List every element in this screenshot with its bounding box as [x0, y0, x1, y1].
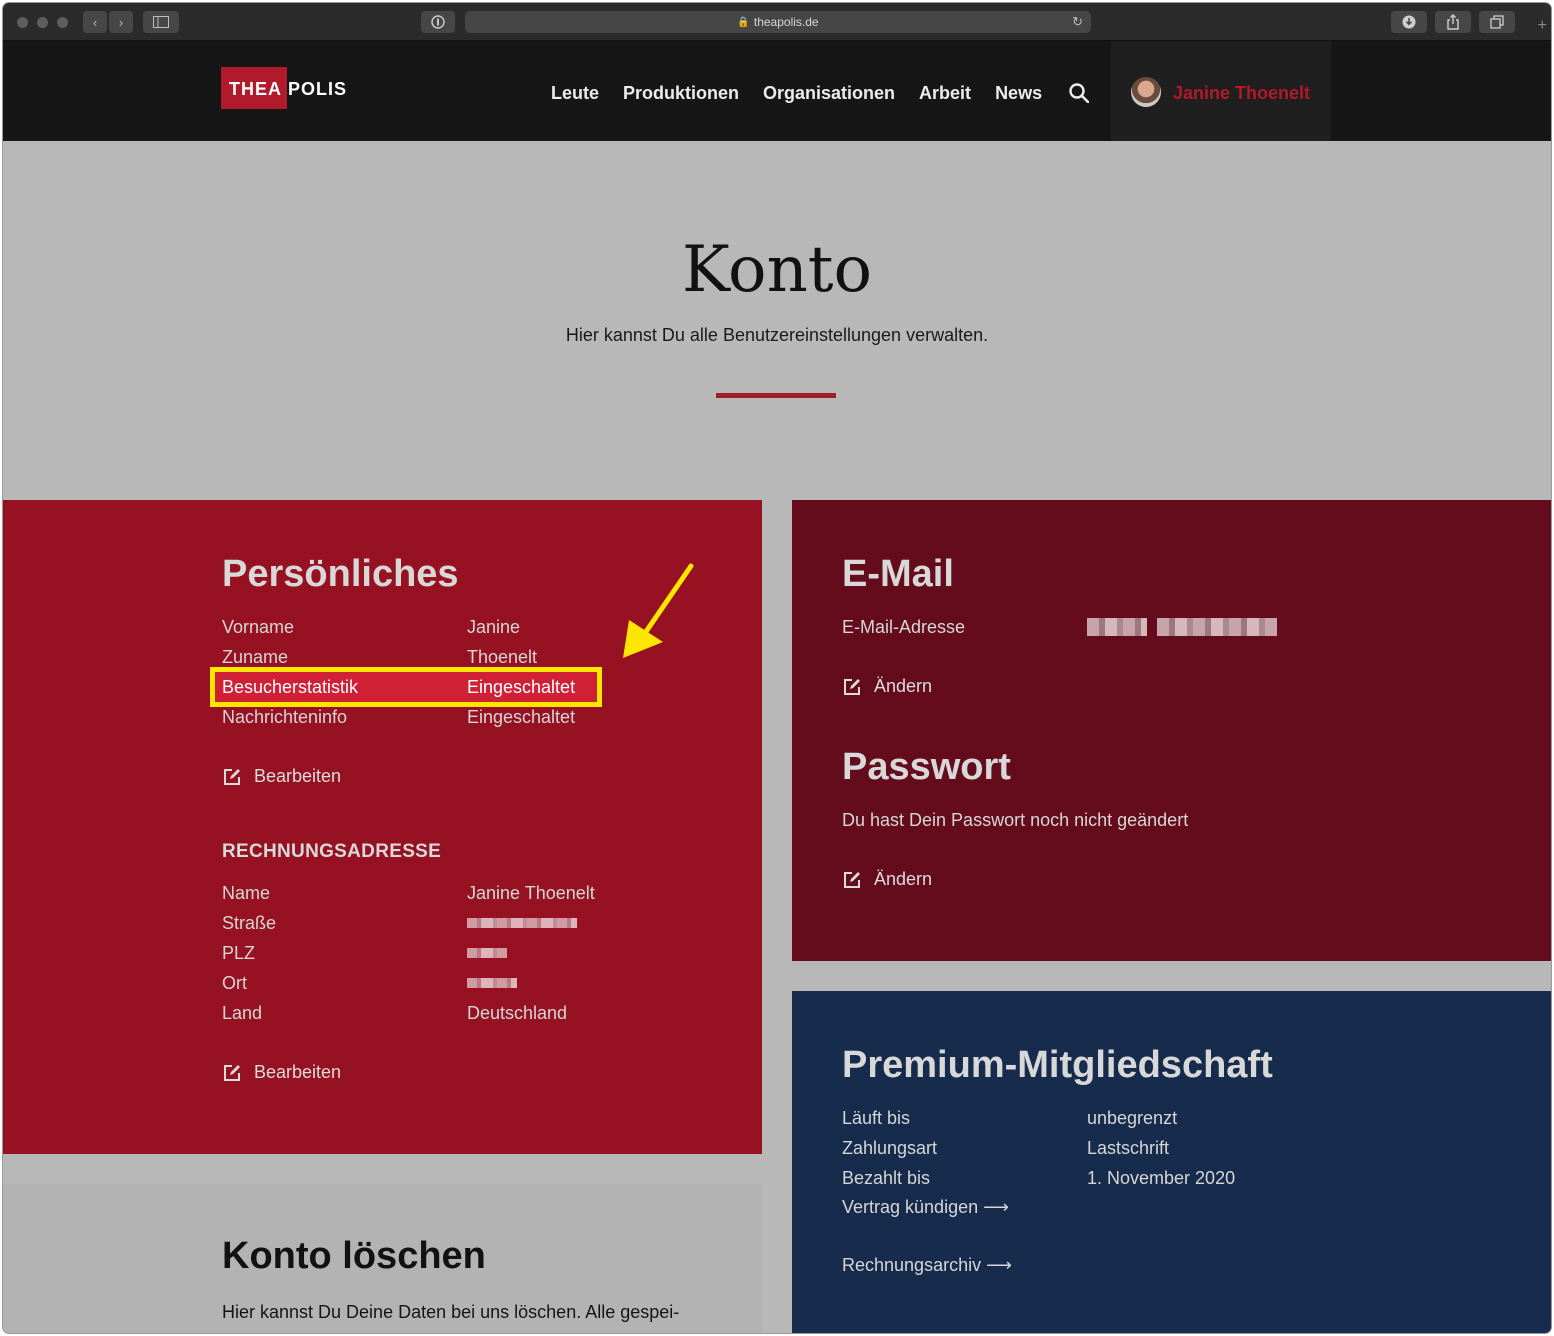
label-vorname: Vorname [222, 617, 295, 637]
nav-item-produktionen[interactable]: Produktionen [623, 83, 739, 104]
premium-title: Premium-Mitgliedschaft [842, 1044, 1273, 1086]
personal-edit-label: Bearbeiten [254, 766, 342, 786]
premium-panel [792, 991, 1551, 1333]
share-icon [1447, 14, 1459, 30]
value-zuname: Thoenelt [467, 647, 538, 667]
main-nav: Leute Produktionen Organisationen Arbeit… [551, 83, 1042, 104]
redacted-plz [467, 948, 507, 958]
user-menu[interactable]: Janine Thoenelt [1111, 41, 1331, 141]
arrow-right-icon: ⟶ [983, 1197, 1009, 1217]
sidebar-toggle-button[interactable] [143, 11, 179, 33]
close-window-button[interactable] [17, 17, 28, 28]
new-tab-button[interactable]: + [1538, 17, 1547, 35]
password-title: Passwort [842, 746, 1011, 788]
search-icon[interactable] [1069, 83, 1089, 103]
plus-icon: + [1537, 17, 1547, 34]
billing-edit-button[interactable]: Bearbeiten [222, 1062, 341, 1083]
nav-item-organisationen[interactable]: Organisationen [763, 83, 895, 104]
password-manager-button[interactable] [421, 11, 455, 33]
edit-icon [844, 678, 860, 695]
label-besucherstatistik: Besucherstatistik [222, 677, 359, 697]
password-status-text: Du hast Dein Passwort noch nicht geänder… [842, 810, 1189, 830]
billing-title: RECHNUNGSADRESSE [222, 841, 442, 862]
address-bar[interactable]: 🔒 theapolis.de ↻ [465, 11, 1091, 33]
delete-title: Konto löschen [222, 1235, 486, 1277]
avatar [1131, 77, 1161, 107]
label-zahlungsart: Zahlungsart [842, 1138, 938, 1158]
next-section-heading-cut [845, 1321, 1085, 1333]
label-zuname: Zuname [222, 647, 289, 667]
label-nachrichteninfo: Nachrichteninfo [222, 707, 348, 727]
minimize-window-button[interactable] [37, 17, 48, 28]
edit-icon [224, 768, 240, 785]
sidebar-icon [153, 16, 169, 28]
user-name: Janine Thoenelt [1173, 83, 1311, 103]
label-ort: Ort [222, 973, 247, 993]
logo-text-thea: THEA [229, 79, 282, 99]
redacted-email-part2 [1157, 618, 1277, 636]
label-email: E-Mail-Adresse [842, 617, 966, 637]
site-header: THEA POLIS Leute Produktionen Organisati… [3, 41, 1551, 141]
download-icon [1402, 15, 1416, 29]
invoice-archive-label: Rechnungsarchiv [842, 1255, 982, 1275]
value-zahlungsart: Lastschrift [1087, 1138, 1170, 1158]
zoom-window-button[interactable] [57, 17, 68, 28]
cancel-contract-label: Vertrag kündigen [842, 1197, 979, 1217]
value-land: Deutschland [467, 1003, 568, 1023]
cancel-contract-link[interactable]: Vertrag kündigen ⟶ [842, 1197, 1009, 1218]
url-text: theapolis.de [753, 15, 819, 29]
nav-item-news[interactable]: News [995, 83, 1042, 104]
invoice-archive-link[interactable]: Rechnungsarchiv ⟶ [842, 1255, 1012, 1276]
browser-toolbar: ‹ › 🔒 theapolis.de ↻ + [3, 3, 1551, 41]
reload-icon[interactable]: ↻ [1072, 14, 1083, 30]
nav-item-arbeit[interactable]: Arbeit [919, 83, 971, 104]
password-change-button[interactable]: Ändern [842, 869, 932, 890]
lock-icon: 🔒 [737, 16, 750, 28]
logo-text-polis: POLIS [288, 79, 348, 99]
nav-item-leute[interactable]: Leute [551, 83, 599, 104]
downloads-button[interactable] [1391, 11, 1427, 33]
redacted-city [467, 978, 517, 988]
password-change-label: Ändern [874, 869, 933, 889]
tabs-overview-button[interactable] [1479, 11, 1515, 33]
email-change-button[interactable]: Ändern [842, 676, 932, 697]
label-bezahlt-bis: Bezahlt bis [842, 1168, 931, 1188]
personal-edit-button[interactable]: Bearbeiten [222, 766, 341, 787]
theapolis-logo[interactable]: THEA POLIS [221, 67, 351, 115]
email-change-label: Ändern [874, 676, 933, 696]
label-land: Land [222, 1003, 263, 1023]
tabs-icon [1490, 15, 1504, 29]
browser-window: ‹ › 🔒 theapolis.de ↻ + THEA POLIS Leute … [3, 3, 1551, 1333]
edit-icon [844, 871, 860, 888]
page-subtitle: Hier kannst Du alle Benutzereinstellunge… [565, 325, 989, 345]
back-button[interactable]: ‹ [83, 11, 107, 33]
password-icon [431, 15, 445, 29]
title-divider [716, 393, 836, 398]
value-bezahlt-bis: 1. November 2020 [1087, 1168, 1236, 1188]
value-besucherstatistik: Eingeschaltet [467, 677, 576, 697]
share-button[interactable] [1435, 11, 1471, 33]
value-name: Janine Thoenelt [467, 883, 595, 903]
value-nachrichteninfo: Eingeschaltet [467, 707, 576, 727]
redacted-email-part1 [1087, 618, 1147, 636]
email-title: E-Mail [842, 553, 954, 595]
annotation-arrow-icon [623, 563, 694, 658]
delete-text: Hier kannst Du Deine Daten bei uns lösch… [222, 1302, 680, 1322]
personal-title: Persönliches [222, 553, 459, 595]
label-laeuft-bis: Läuft bis [842, 1108, 911, 1128]
forward-button[interactable]: › [109, 11, 133, 33]
page-title: Konto [681, 233, 873, 307]
chevron-right-icon: › [118, 14, 124, 30]
chevron-left-icon: ‹ [92, 14, 98, 30]
label-strasse: Straße [222, 913, 277, 933]
value-vorname: Janine [467, 617, 521, 637]
redacted-street [467, 918, 577, 928]
billing-edit-label: Bearbeiten [254, 1062, 342, 1082]
value-laeuft-bis: unbegrenzt [1087, 1108, 1178, 1128]
edit-icon [224, 1064, 240, 1081]
label-name: Name [222, 883, 271, 903]
arrow-right-icon: ⟶ [986, 1255, 1012, 1275]
label-plz: PLZ [222, 943, 256, 963]
